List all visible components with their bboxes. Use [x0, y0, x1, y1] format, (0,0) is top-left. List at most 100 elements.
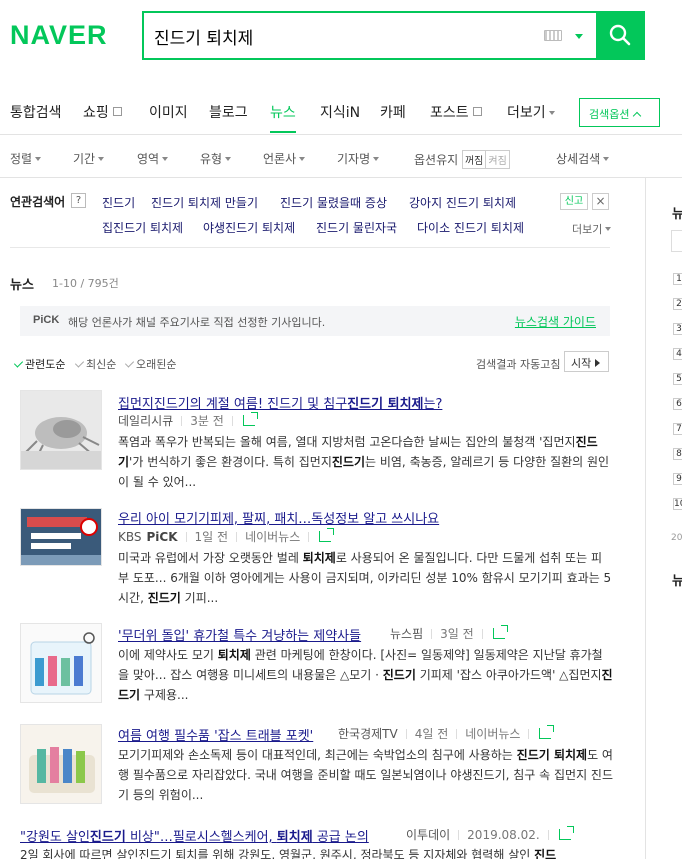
- related-keyword[interactable]: 다이소 진드기 퇴치제: [417, 219, 524, 236]
- tab-label: 블로그: [209, 105, 248, 121]
- keyboard-icon[interactable]: [544, 30, 562, 41]
- article-description: 2일 회사에 따르면 살인진드기 퇴치를 위해 강원도, 영월군, 원주시, 정…: [20, 848, 557, 859]
- article-title[interactable]: '무더위 돌입' 휴가철 특수 겨냥하는 제약사들: [118, 625, 361, 644]
- tab-1[interactable]: 쇼핑: [83, 102, 122, 122]
- tab-0[interactable]: 통합검색: [10, 102, 62, 122]
- news-section-title: 뉴스: [10, 278, 34, 293]
- related-keyword[interactable]: 진드기 물린자국: [316, 219, 397, 236]
- pick-description: 해당 언론사가 채널 주요기사로 직접 선정한 기사입니다.: [68, 316, 326, 329]
- rail-rank-2[interactable]: 2: [673, 298, 682, 310]
- sort-label: 최신순: [86, 358, 117, 371]
- filter-2[interactable]: 영역: [137, 150, 169, 167]
- article-title[interactable]: "강원도 살인진드기 비상"…필로시스헬스케어, 퇴치제 공급 논의: [20, 826, 369, 845]
- option-keep-on-toggle[interactable]: 켜짐: [486, 150, 510, 169]
- meta-separator: [456, 729, 458, 739]
- naver-news-link[interactable]: 네이버뉴스: [465, 727, 520, 741]
- article-source[interactable]: 한국경제TV: [338, 727, 398, 741]
- meta-separator: [236, 532, 238, 542]
- search-options-button[interactable]: 검색옵션: [579, 98, 660, 127]
- pick-badge: PiCK: [146, 530, 178, 544]
- article-source[interactable]: 이투데이: [406, 828, 450, 842]
- filter-bar: 정렬 기간 영역 유형 언론사 기자명 옵션유지 꺼짐 켜짐 상세검색: [0, 136, 682, 178]
- filter-5[interactable]: 기자명: [337, 150, 380, 167]
- meta-separator: [231, 416, 233, 426]
- article-thumbnail[interactable]: [20, 623, 102, 703]
- tab-4[interactable]: 뉴스: [270, 102, 296, 133]
- article-thumbnail[interactable]: [20, 508, 102, 566]
- filter-0[interactable]: 정렬: [10, 150, 42, 167]
- search-input[interactable]: [154, 23, 514, 49]
- article-title[interactable]: 여름 여행 필수품 '잡스 트래블 포켓': [118, 725, 313, 744]
- article-source[interactable]: 뉴스핌: [390, 627, 423, 641]
- related-more-button[interactable]: 더보기: [572, 221, 612, 237]
- search-button[interactable]: [596, 11, 645, 60]
- rail-rank-1[interactable]: 1: [673, 273, 682, 285]
- chevron-up-icon: [633, 111, 642, 121]
- naver-logo[interactable]: NAVER: [10, 20, 108, 51]
- article-title[interactable]: 우리 아이 모기기피제, 팔찌, 패치…독성정보 알고 쓰시나요: [118, 508, 439, 527]
- rail-bottom-title: 뉴: [672, 574, 682, 589]
- tab-5[interactable]: 지식iN: [320, 102, 360, 122]
- rail-rank-7[interactable]: 7: [673, 423, 682, 435]
- article-thumbnail[interactable]: [20, 724, 102, 804]
- article-source[interactable]: 데일리시큐: [118, 414, 173, 428]
- related-keyword[interactable]: 강아지 진드기 퇴치제: [409, 194, 516, 211]
- close-icon[interactable]: ×: [592, 193, 609, 210]
- related-keyword[interactable]: 진드기 퇴치제 만들기: [151, 194, 258, 211]
- tab-6[interactable]: 카페: [380, 102, 406, 122]
- filter-1[interactable]: 기간: [73, 150, 105, 167]
- article-title[interactable]: 집먼지진드기의 계절 여름! 진드기 및 침구진드기 퇴치제는?: [118, 393, 442, 412]
- related-keyword[interactable]: 진드기: [102, 194, 135, 211]
- tab-label: 쇼핑: [83, 105, 109, 121]
- article-time: 2019.08.02.: [467, 828, 540, 842]
- filter-3[interactable]: 유형: [200, 150, 232, 167]
- rail-rank-3[interactable]: 3: [673, 323, 682, 335]
- article-time: 4일 전: [414, 727, 449, 741]
- filter-4[interactable]: 언론사: [263, 150, 306, 167]
- rail-rank-6[interactable]: 6: [673, 398, 682, 410]
- article-meta: KBS PiCK 1일 전 네이버뉴스: [118, 528, 335, 545]
- rail-rank-9[interactable]: 9: [673, 473, 682, 485]
- rail-rank-4[interactable]: 4: [673, 348, 682, 360]
- sort-2[interactable]: 오래된순: [124, 356, 176, 372]
- tab-3[interactable]: 블로그: [209, 102, 248, 122]
- article-thumbnail[interactable]: [20, 390, 102, 470]
- option-keep-label: 옵션유지: [414, 153, 462, 167]
- result-count: 1-10 / 795건: [52, 277, 119, 290]
- auto-refresh-start-button[interactable]: 시작: [564, 351, 609, 372]
- help-icon[interactable]: ?: [71, 193, 86, 208]
- related-keyword[interactable]: 야생진드기 퇴치제: [203, 219, 295, 236]
- tab-8[interactable]: 더보기: [507, 102, 555, 122]
- news-search-guide-link[interactable]: 뉴스검색 가이드: [515, 313, 596, 330]
- share-link-icon[interactable]: [492, 625, 508, 639]
- pick-logo: PiCK: [33, 314, 60, 326]
- sort-1[interactable]: 최신순: [74, 356, 117, 372]
- rail-rank-10[interactable]: 10: [673, 498, 682, 510]
- meta-separator: [185, 532, 187, 542]
- tab-2[interactable]: 이미지: [149, 102, 188, 122]
- share-link-icon[interactable]: [558, 826, 574, 840]
- share-link-icon[interactable]: [539, 725, 555, 739]
- rail-input[interactable]: [671, 230, 682, 252]
- article-source[interactable]: KBS: [118, 530, 142, 544]
- sort-label: 관련도순: [25, 358, 66, 371]
- meta-separator: [458, 830, 460, 840]
- related-keyword[interactable]: 진드기 물렸을때 증상: [280, 194, 387, 211]
- option-keep-off-toggle[interactable]: 꺼짐: [461, 150, 487, 169]
- divider: [10, 247, 610, 248]
- tab-label: 더보기: [507, 105, 546, 121]
- share-link-icon[interactable]: [242, 412, 258, 426]
- article-description: 모기기피제와 손소독제 등이 대표적인데, 최근에는 숙박업소의 침구에 사용하…: [118, 748, 614, 802]
- share-link-icon[interactable]: [319, 528, 335, 542]
- autocomplete-toggle-icon[interactable]: [575, 34, 583, 39]
- external-window-icon: [472, 107, 482, 116]
- naver-news-link[interactable]: 네이버뉴스: [245, 530, 300, 544]
- related-keyword[interactable]: 집진드기 퇴치제: [102, 219, 183, 236]
- tab-7[interactable]: 포스트: [430, 102, 482, 122]
- rail-rank-8[interactable]: 8: [673, 448, 682, 460]
- detail-search[interactable]: 상세검색: [556, 150, 610, 167]
- report-button[interactable]: 신고: [560, 193, 588, 210]
- sort-0[interactable]: 관련도순: [13, 356, 66, 372]
- rail-rank-5[interactable]: 5: [673, 373, 682, 385]
- tab-label: 이미지: [149, 105, 188, 121]
